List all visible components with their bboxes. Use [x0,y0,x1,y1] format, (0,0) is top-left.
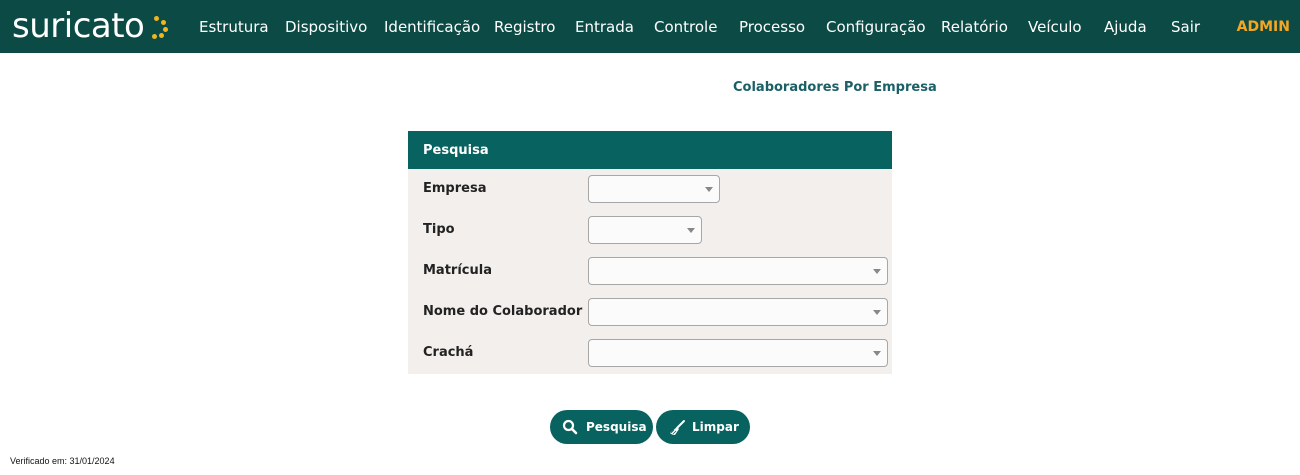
menu-item-controle[interactable]: Controle [654,18,717,36]
nome-colaborador-label: Nome do Colaborador [423,304,583,319]
page-title: Colaboradores Por Empresa [733,80,937,95]
search-button[interactable]: Pesquisa [550,410,653,444]
cracha-select[interactable] [588,339,888,367]
clear-button-label: Limpar [692,420,739,434]
menu-item-sair[interactable]: Sair [1171,18,1200,36]
menu-item-registro[interactable]: Registro [494,18,555,36]
empresa-select[interactable] [588,175,720,203]
top-navbar: suricato Estrutura Dispositivo Identific… [0,0,1300,53]
chevron-down-icon [705,187,713,192]
nome-colaborador-select[interactable] [588,298,888,326]
menu-item-dispositivo[interactable]: Dispositivo [285,18,367,36]
menu-item-ajuda[interactable]: Ajuda [1104,18,1147,36]
matricula-select[interactable] [588,257,888,285]
search-button-label: Pesquisa [586,420,647,434]
field-row-cracha: Crachá [408,339,892,367]
clear-button[interactable]: Limpar [656,410,750,444]
search-icon [562,419,578,435]
menu-item-processo[interactable]: Processo [739,18,805,36]
menu-item-entrada[interactable]: Entrada [575,18,634,36]
field-row-tipo: Tipo [408,216,892,244]
chevron-down-icon [873,310,881,315]
menu-item-identificacao[interactable]: Identificação [384,18,480,36]
verified-date: Verificado em: 31/01/2024 [10,456,115,466]
tipo-label: Tipo [423,222,455,237]
field-row-nome-colaborador: Nome do Colaborador [408,298,892,326]
menu-item-veiculo[interactable]: Veículo [1028,18,1082,36]
field-row-empresa: Empresa [408,175,892,203]
user-name[interactable]: ADMIN [1237,19,1290,35]
matricula-label: Matrícula [423,263,492,278]
menu-item-configuracao[interactable]: Configuração [826,18,926,36]
menu-item-relatorio[interactable]: Relatório [941,18,1008,36]
main-menu: Estrutura Dispositivo Identificação Regi… [0,0,1300,53]
empresa-label: Empresa [423,181,487,196]
menu-item-estrutura[interactable]: Estrutura [199,18,269,36]
search-panel-header: Pesquisa [408,131,892,169]
chevron-down-icon [873,269,881,274]
broom-icon [668,419,685,435]
field-row-matricula: Matrícula [408,257,892,285]
chevron-down-icon [873,351,881,356]
tipo-select[interactable] [588,216,702,244]
search-panel: Pesquisa Empresa Tipo Matrícula Nome do … [408,131,892,374]
chevron-down-icon [687,228,695,233]
cracha-label: Crachá [423,345,474,360]
